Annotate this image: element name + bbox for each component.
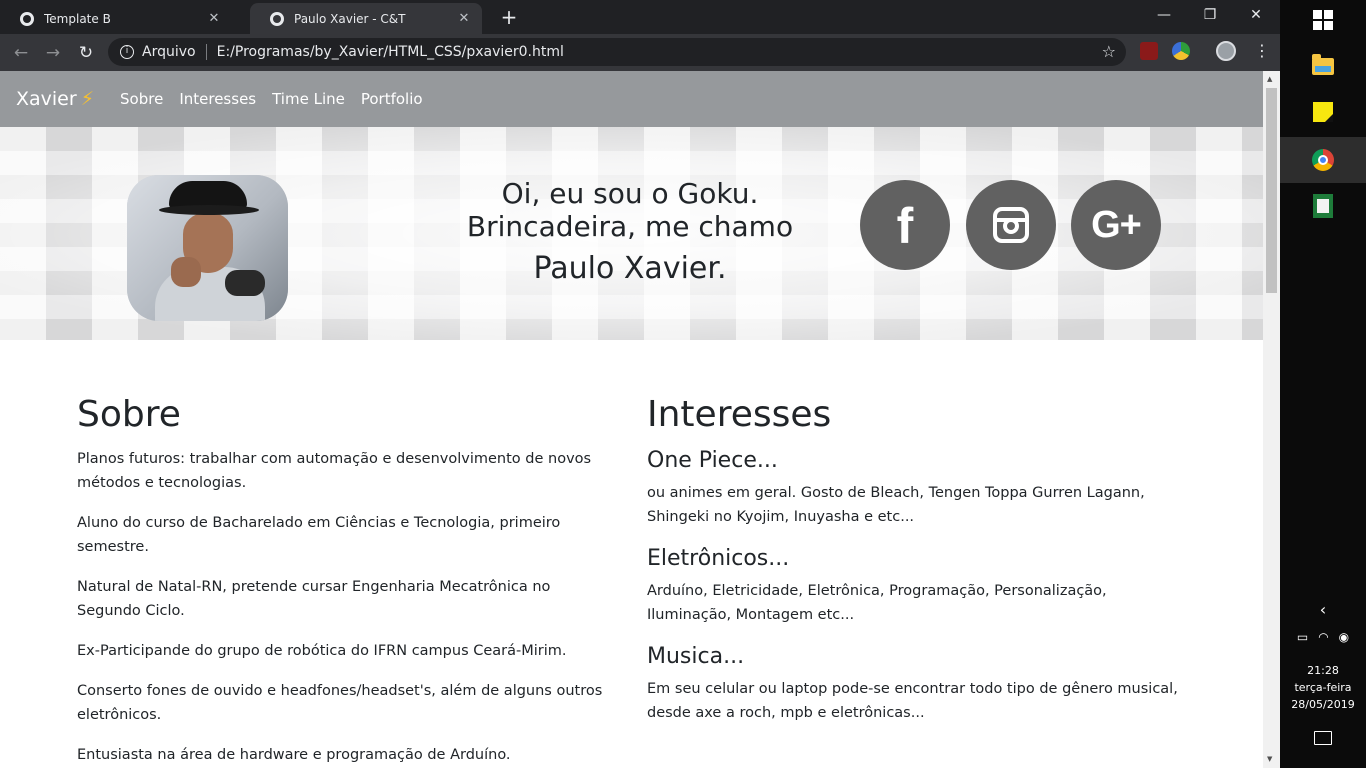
instagram-icon [993,207,1029,243]
windows-start-icon [1313,10,1333,30]
taskbar-clock[interactable]: 21:28 terça-feira 28/05/2019 [1280,662,1366,713]
profile-photo [127,175,288,321]
clock-weekday: terça-feira [1294,681,1352,694]
greeting-line-2: Brincadeira, me chamo [466,210,794,243]
spreadsheet-taskbar-button[interactable] [1280,184,1366,230]
windows-start-button[interactable] [1280,0,1366,46]
interest-text: Em seu celular ou laptop pode-se encontr… [647,681,1178,721]
back-button[interactable]: ← [9,41,33,65]
url-text[interactable]: E:/Programas/by_Xavier/HTML_CSS/pxavier0… [217,44,564,60]
interesses-section: Interesses One Piece... ou animes em ger… [647,393,1187,741]
interest-heading: Eletrônicos... [647,546,790,571]
interest-item: Musica... Em seu celular ou laptop pode-… [647,643,1187,725]
new-tab-button[interactable]: + [498,6,520,28]
facebook-button[interactable]: f [860,180,950,270]
tab-paulo-xavier[interactable]: Paulo Xavier - C&T ✕ [250,3,482,34]
file-explorer-icon [1312,54,1334,75]
extension-icon[interactable] [1172,42,1190,60]
google-plus-icon: G+ [1091,204,1142,246]
nav-link-interesses[interactable]: Interesses [179,90,256,108]
brand-link[interactable]: Xavier ⚡ [16,88,94,110]
sobre-paragraph: Entusiasta na área de hardware e program… [77,747,511,763]
hero-banner: Oi, eu sou o Goku. Brincadeira, me chamo… [0,127,1263,340]
site-navbar: Xavier ⚡ Sobre Interesses Time Line Port… [0,71,1263,127]
system-tray: ▭ ◠ ◉ [1280,630,1366,644]
chrome-taskbar-button[interactable] [1280,137,1366,183]
lightning-icon: ⚡ [80,88,95,110]
menu-icon[interactable]: ⋮ [1254,42,1270,60]
interesses-title: Interesses [647,394,832,435]
network-app-icon[interactable]: ◉ [1339,630,1349,644]
sobre-title: Sobre [77,394,181,435]
tab-template-b[interactable]: Template B ✕ [0,3,232,34]
interest-heading: Musica... [647,644,745,669]
sticky-notes-icon [1313,102,1333,122]
spreadsheet-icon [1313,194,1333,218]
nav-link-portfolio[interactable]: Portfolio [361,90,423,108]
forward-button[interactable]: → [41,41,65,65]
battery-icon[interactable]: ▭ [1297,630,1308,644]
nav-link-time-line[interactable]: Time Line [272,90,345,108]
address-bar[interactable]: i Arquivo E:/Programas/by_Xavier/HTML_CS… [108,38,1126,66]
page-scrollbar[interactable]: ▲ ▼ [1263,71,1280,768]
scroll-up-arrow[interactable]: ▲ [1267,75,1272,83]
windows-taskbar [1280,0,1366,768]
show-hidden-icons-button[interactable]: ‹ [1280,600,1366,619]
divider [205,44,207,60]
reload-button[interactable]: ↻ [74,41,98,65]
greeting-line-1: Oi, eu sou o Goku. [501,177,759,210]
close-tab-icon[interactable]: ✕ [206,11,222,27]
sobre-paragraph: Aluno do curso de Bacharelado em Ciência… [77,515,561,555]
scrollbar-thumb[interactable] [1266,88,1277,293]
ublock-icon[interactable] [1140,42,1158,60]
profile-icon[interactable] [1216,41,1236,61]
chrome-icon [1312,149,1334,171]
scroll-down-arrow[interactable]: ▼ [1267,755,1272,763]
close-window-button[interactable]: ✕ [1233,0,1279,30]
interest-item: One Piece... ou animes em geral. Gosto d… [647,447,1187,529]
file-explorer-button[interactable] [1280,44,1366,90]
info-icon[interactable]: i [120,45,134,59]
sobre-paragraph: Natural de Natal-RN, pretende cursar Eng… [77,579,551,619]
page-viewport: Xavier ⚡ Sobre Interesses Time Line Port… [0,71,1263,768]
clock-time: 21:28 [1307,664,1339,677]
interest-text: Arduíno, Eletricidade, Eletrônica, Progr… [647,583,1107,623]
tab-title: Template B [44,11,111,26]
close-tab-icon[interactable]: ✕ [456,11,472,27]
google-plus-button[interactable]: G+ [1071,180,1161,270]
globe-icon [20,11,34,26]
sobre-paragraph: Ex-Participande do grupo de robótica do … [77,643,567,659]
action-center-icon[interactable] [1314,731,1332,745]
restore-button[interactable]: ❐ [1187,0,1233,30]
scheme-label: Arquivo [142,44,196,60]
tab-title: Paulo Xavier - C&T [294,11,406,26]
hero-name: Paulo Xavier. [533,251,727,286]
sobre-section: Sobre Planos futuros: trabalhar com auto… [77,393,617,768]
wifi-icon[interactable]: ◠ [1318,630,1328,644]
main-content: Sobre Planos futuros: trabalhar com auto… [0,340,1263,768]
brand-text: Xavier [16,88,77,110]
nav-link-sobre[interactable]: Sobre [120,90,163,108]
instagram-button[interactable] [966,180,1056,270]
sobre-paragraph: Planos futuros: trabalhar com automação … [77,451,592,491]
facebook-icon: f [896,198,914,254]
interest-text: ou animes em geral. Gosto de Bleach, Ten… [647,485,1145,525]
minimize-button[interactable]: — [1141,0,1187,30]
interest-heading: One Piece... [647,448,778,473]
star-icon[interactable]: ☆ [1102,42,1116,61]
interest-item: Eletrônicos... Arduíno, Eletricidade, El… [647,545,1187,627]
hero-greeting: Oi, eu sou o Goku. Brincadeira, me chamo… [435,177,825,289]
tab-strip: Template B ✕ Paulo Xavier - C&T ✕ + — ❐ … [0,0,1280,34]
globe-icon [270,11,284,26]
sticky-notes-button[interactable] [1280,90,1366,136]
sobre-paragraph: Conserto fones de ouvido e headfones/hea… [77,683,603,723]
clock-date: 28/05/2019 [1291,698,1355,711]
